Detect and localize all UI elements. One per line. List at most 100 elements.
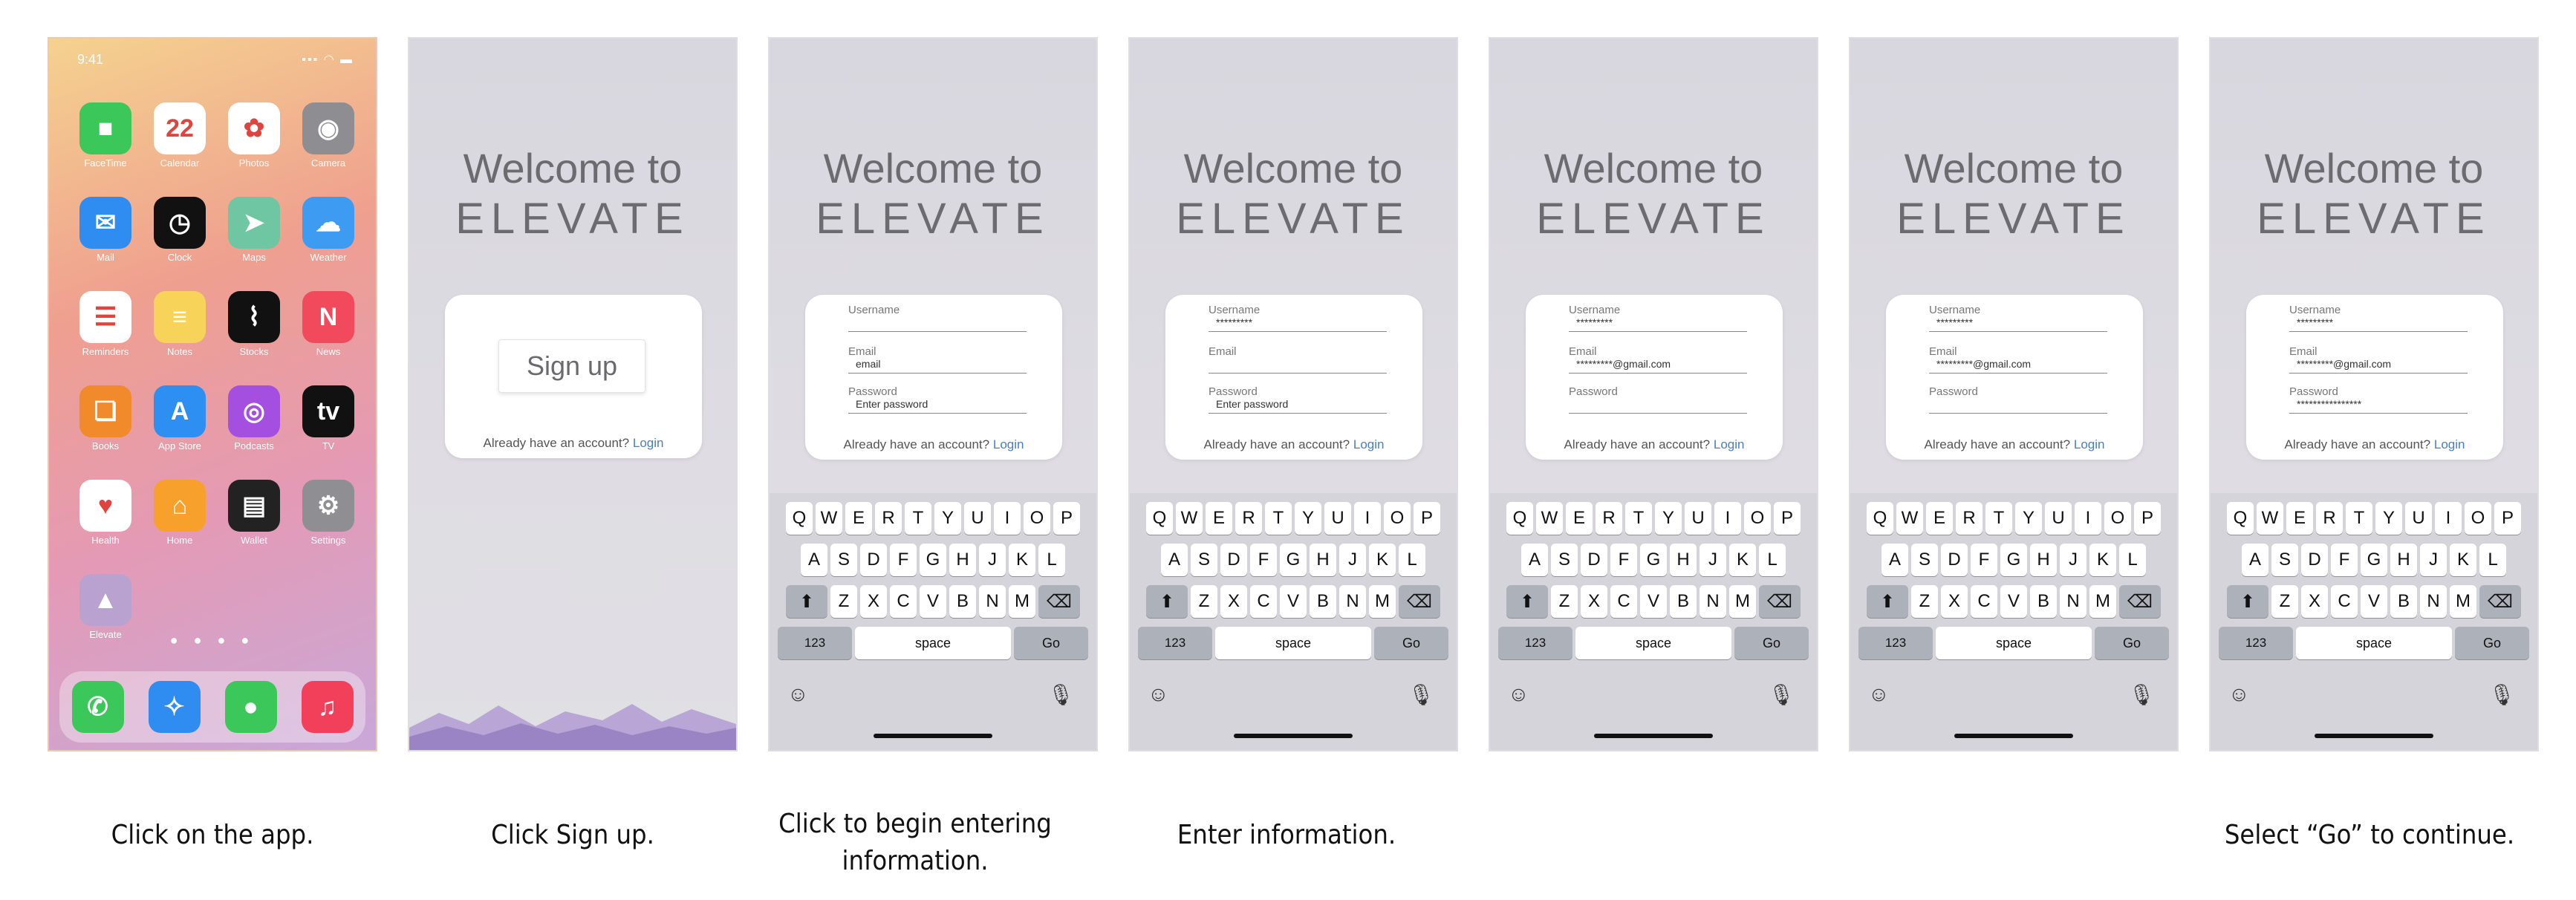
key-q[interactable]: Q	[786, 502, 813, 535]
backspace-key[interactable]: ⌫	[1038, 585, 1080, 618]
key-m[interactable]: M	[1009, 585, 1035, 618]
go-key[interactable]: Go	[1734, 627, 1809, 659]
space-key[interactable]: space	[2296, 627, 2452, 659]
key-b[interactable]: B	[1310, 585, 1336, 618]
key-x[interactable]: X	[1220, 585, 1247, 618]
key-x[interactable]: X	[2301, 585, 2328, 618]
key-d[interactable]: D	[1220, 544, 1247, 576]
go-key[interactable]: Go	[2095, 627, 2169, 659]
key-r[interactable]: R	[1596, 502, 1622, 535]
key-l[interactable]: L	[2119, 544, 2146, 576]
key-d[interactable]: D	[1581, 544, 1607, 576]
key-l[interactable]: L	[1038, 544, 1065, 576]
key-r[interactable]: R	[1956, 502, 1983, 535]
password-field[interactable]: Password Enter password	[1209, 385, 1387, 414]
key-i[interactable]: I	[2075, 502, 2101, 535]
username-field[interactable]: Username *********	[1929, 304, 2107, 332]
key-b[interactable]: B	[949, 585, 976, 618]
key-z[interactable]: Z	[2271, 585, 2298, 618]
shift-key[interactable]: ⬆	[1506, 585, 1548, 618]
login-link[interactable]: Login	[993, 437, 1024, 451]
key-e[interactable]: E	[1926, 502, 1953, 535]
app-stocks[interactable]: ⌇ Stocks	[217, 291, 291, 357]
app-calendar[interactable]: 22 Calendar	[143, 102, 217, 169]
key-p[interactable]: P	[1053, 502, 1080, 535]
microphone-icon[interactable]: 🎙	[2128, 682, 2155, 707]
key-g[interactable]: G	[920, 544, 946, 576]
key-f[interactable]: F	[1610, 544, 1637, 576]
key-d[interactable]: D	[1941, 544, 1968, 576]
key-y[interactable]: Y	[2015, 502, 2042, 535]
login-link[interactable]: Login	[633, 436, 664, 450]
app-app-store[interactable]: A App Store	[143, 385, 217, 451]
space-key[interactable]: space	[1936, 627, 2092, 659]
emoji-icon[interactable]: ☺	[2228, 682, 2250, 706]
key-n[interactable]: N	[2060, 585, 2087, 618]
key-a[interactable]: A	[1881, 544, 1908, 576]
key-r[interactable]: R	[1235, 502, 1262, 535]
app-notes[interactable]: ≡ Notes	[143, 291, 217, 357]
space-key[interactable]: space	[1215, 627, 1371, 659]
key-u[interactable]: U	[2405, 502, 2432, 535]
key-f[interactable]: F	[1971, 544, 1997, 576]
safari-icon[interactable]: ✧	[148, 681, 201, 733]
key-c[interactable]: C	[1250, 585, 1277, 618]
key-z[interactable]: Z	[1551, 585, 1578, 618]
key-j[interactable]: J	[1700, 544, 1726, 576]
shift-key[interactable]: ⬆	[1146, 585, 1188, 618]
key-u[interactable]: U	[2045, 502, 2072, 535]
key-j[interactable]: J	[2420, 544, 2447, 576]
key-n[interactable]: N	[2420, 585, 2447, 618]
key-h[interactable]: H	[2390, 544, 2417, 576]
key-k[interactable]: K	[1369, 544, 1396, 576]
key-k[interactable]: K	[2089, 544, 2116, 576]
space-key[interactable]: space	[855, 627, 1011, 659]
key-g[interactable]: G	[2000, 544, 2027, 576]
app-news[interactable]: N News	[291, 291, 365, 357]
login-link[interactable]: Login	[2074, 437, 2105, 451]
app-camera[interactable]: ◉ Camera	[291, 102, 365, 169]
music-icon[interactable]: ♫	[301, 681, 354, 733]
key-f[interactable]: F	[890, 544, 917, 576]
email-field[interactable]: Email email	[848, 345, 1027, 374]
key-b[interactable]: B	[2390, 585, 2417, 618]
key-l[interactable]: L	[1399, 544, 1425, 576]
backspace-key[interactable]: ⌫	[1759, 585, 1801, 618]
key-r[interactable]: R	[2316, 502, 2343, 535]
key-w[interactable]: W	[1896, 502, 1923, 535]
sign-up-button[interactable]: Sign up	[498, 339, 645, 393]
emoji-icon[interactable]: ☺	[787, 682, 809, 706]
numbers-key[interactable]: 123	[1138, 627, 1212, 659]
numbers-key[interactable]: 123	[1858, 627, 1933, 659]
key-a[interactable]: A	[1161, 544, 1188, 576]
key-i[interactable]: I	[2435, 502, 2462, 535]
key-f[interactable]: F	[1250, 544, 1277, 576]
numbers-key[interactable]: 123	[778, 627, 852, 659]
key-g[interactable]: G	[1640, 544, 1667, 576]
emoji-icon[interactable]: ☺	[1148, 682, 1169, 706]
key-h[interactable]: H	[949, 544, 976, 576]
email-field[interactable]: Email *********@gmail.com	[2289, 345, 2468, 374]
key-v[interactable]: V	[2361, 585, 2387, 618]
key-s[interactable]: S	[1191, 544, 1217, 576]
shift-key[interactable]: ⬆	[1867, 585, 1908, 618]
backspace-key[interactable]: ⌫	[2479, 585, 2521, 618]
key-j[interactable]: J	[2060, 544, 2087, 576]
key-u[interactable]: U	[1324, 502, 1351, 535]
key-b[interactable]: B	[2030, 585, 2057, 618]
key-a[interactable]: A	[1521, 544, 1548, 576]
key-i[interactable]: I	[1354, 502, 1381, 535]
go-key[interactable]: Go	[1014, 627, 1088, 659]
key-q[interactable]: Q	[2227, 502, 2254, 535]
key-a[interactable]: A	[2242, 544, 2268, 576]
app-wallet[interactable]: ▤ Wallet	[217, 480, 291, 546]
app-tv[interactable]: tv TV	[291, 385, 365, 451]
key-w[interactable]: W	[2257, 502, 2283, 535]
key-x[interactable]: X	[1941, 585, 1968, 618]
email-field[interactable]: Email *********@gmail.com	[1929, 345, 2107, 374]
backspace-key[interactable]: ⌫	[2119, 585, 2161, 618]
key-t[interactable]: T	[1985, 502, 2012, 535]
key-o[interactable]: O	[1744, 502, 1771, 535]
go-key[interactable]: Go	[1374, 627, 1448, 659]
key-y[interactable]: Y	[2375, 502, 2402, 535]
